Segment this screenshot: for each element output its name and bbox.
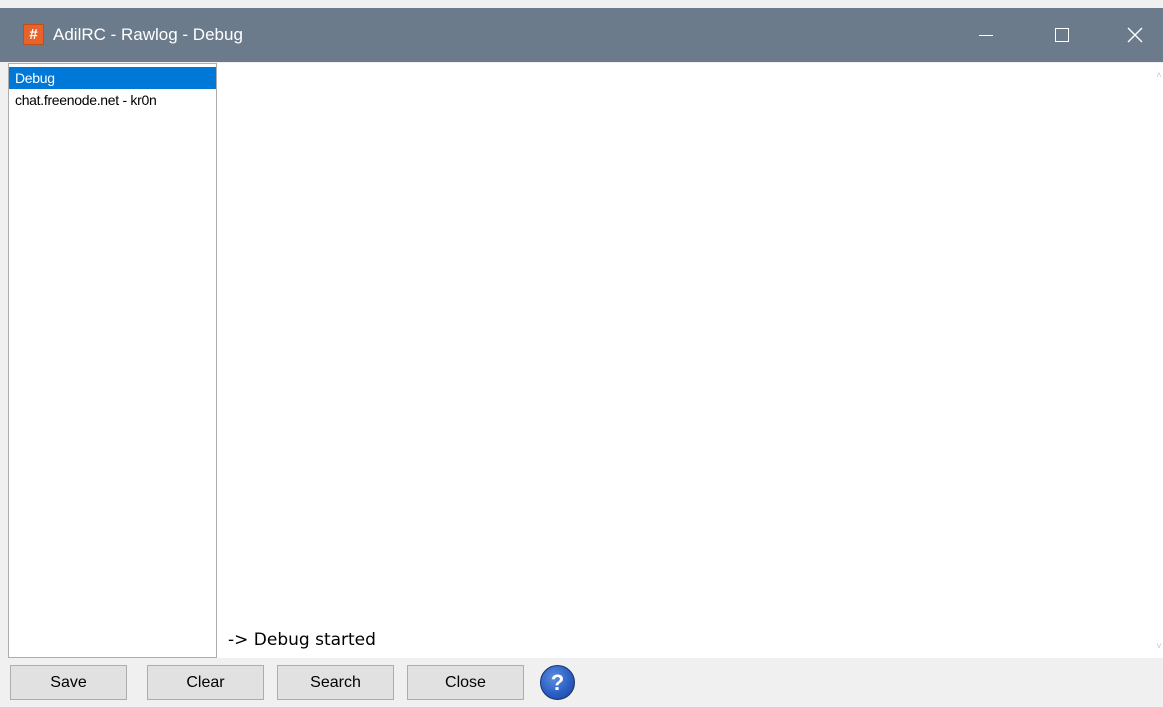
window-title: AdilRC - Rawlog - Debug [53,25,243,44]
list-item-debug[interactable]: Debug [9,67,216,89]
maximize-icon [1055,28,1069,42]
maximize-button[interactable] [1039,8,1085,62]
scroll-down-icon[interactable]: ˅ [1155,640,1163,652]
vertical-scrollbar[interactable]: ˄ ˅ [1155,63,1163,658]
log-pane[interactable]: -> Debug started [217,63,1155,658]
save-button[interactable]: Save [10,665,127,700]
scroll-up-icon[interactable]: ˄ [1155,69,1163,81]
minimize-icon [979,34,993,36]
rawlog-list[interactable]: Debug chat.freenode.net - kr0n [8,63,217,658]
search-button[interactable]: Search [277,665,394,700]
close-window-button[interactable] [1112,8,1158,62]
minimize-button[interactable] [963,8,1009,62]
app-icon[interactable]: # [23,24,44,45]
title-bar[interactable]: # AdilRC - Rawlog - Debug [0,8,1163,62]
window-content: Debug chat.freenode.net - kr0n -> Debug … [0,62,1163,707]
list-item-freenode[interactable]: chat.freenode.net - kr0n [9,89,216,111]
close-icon [1127,27,1143,43]
clear-button[interactable]: Clear [147,665,264,700]
log-line: -> Debug started [228,630,376,650]
help-icon[interactable]: ? [540,665,575,700]
close-button[interactable]: Close [407,665,524,700]
